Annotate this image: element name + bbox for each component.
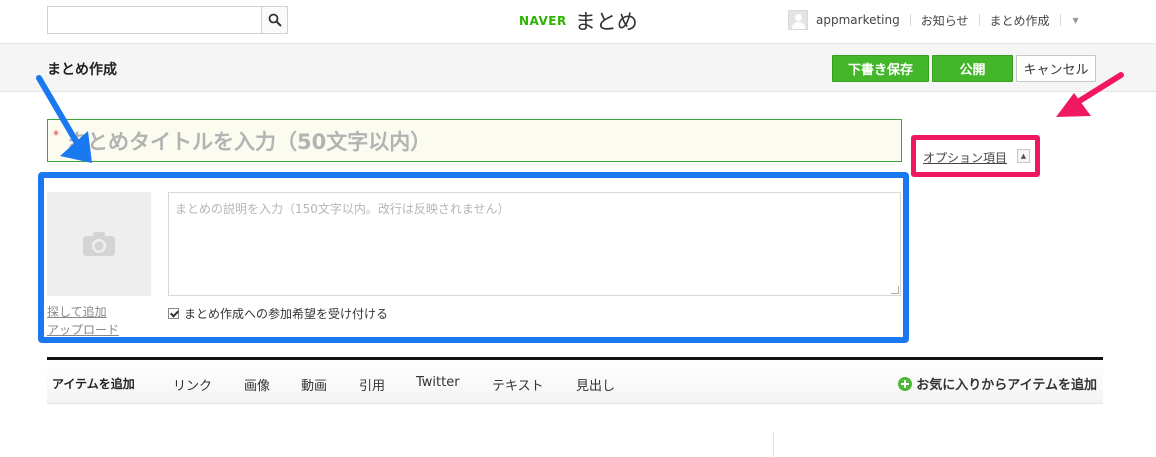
pink-arrow-icon (1056, 72, 1124, 117)
